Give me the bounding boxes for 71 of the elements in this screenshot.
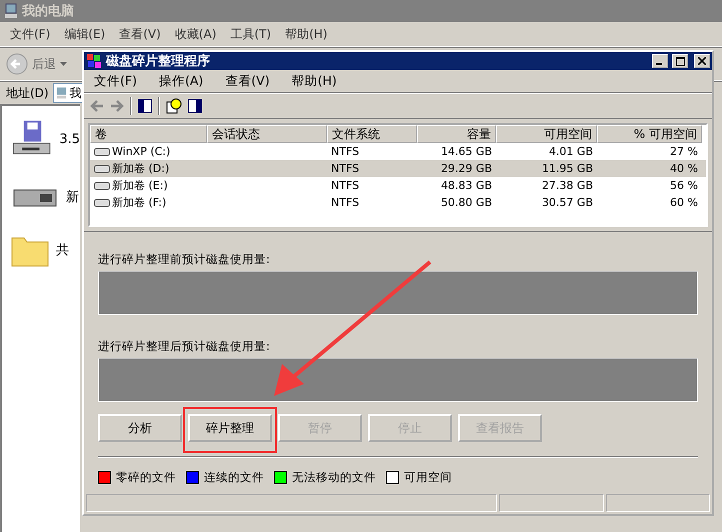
table-cell-text: 27 % (669, 144, 699, 160)
menu-item[interactable]: 帮助(H) (285, 26, 328, 42)
drive-icon (94, 148, 110, 156)
table-cell-text: 30.57 GB (540, 195, 594, 211)
action-button[interactable]: 碎片整理 (188, 414, 272, 442)
app-icon (86, 53, 102, 69)
table-cell-text: 27.38 GB (540, 178, 594, 194)
volume-name: 新加卷 (F:) (112, 195, 166, 211)
minimize-button[interactable] (652, 54, 668, 68)
menu-item[interactable]: 查看(V) (225, 72, 270, 90)
table-cell-text: 48.83 GB (440, 178, 493, 194)
table-cell-text: 14.65 GB (440, 144, 493, 160)
legend-label: 连续的文件 (204, 470, 264, 485)
menu-item[interactable]: 查看(V) (119, 26, 161, 42)
menu-item[interactable]: 文件(F) (10, 26, 50, 42)
table-cell-text: 40 % (669, 161, 699, 177)
close-button[interactable] (694, 54, 710, 68)
volume-row[interactable]: 新加卷 (D:) NTFS 29.29 GB 11.95 GB 40 % (90, 160, 706, 177)
computer-icon (4, 3, 18, 19)
tree-pane-icon[interactable] (138, 99, 152, 113)
volume-name: 新加卷 (E:) (112, 178, 168, 194)
volume-row[interactable]: 新加卷 (F:) NTFS 50.80 GB 30.57 GB 60 % (90, 194, 706, 211)
menu-item[interactable]: 文件(F) (94, 72, 137, 90)
column-header[interactable]: 容量 (417, 125, 496, 143)
before-usage-label: 进行碎片整理前预计磁盘使用量: (98, 252, 271, 267)
item-label[interactable]: 新 (66, 188, 79, 206)
action-button[interactable]: 分析 (98, 414, 182, 442)
drive-icon (94, 198, 110, 206)
volume-row[interactable]: 新加卷 (E:) NTFS 48.83 GB 27.38 GB 56 % (90, 177, 706, 194)
drive-icon (94, 182, 110, 190)
computer-icon (56, 86, 67, 100)
address-label: 地址(D) (6, 84, 49, 102)
volume-row[interactable]: WinXP (C:) NTFS 14.65 GB 4.01 GB 27 % (90, 143, 706, 160)
window-title: 我的电脑 (22, 2, 74, 20)
table-cell-text: NTFS (330, 161, 360, 177)
menu-item[interactable]: 帮助(H) (292, 72, 337, 90)
table-cell-text: 60 % (669, 195, 699, 211)
column-header[interactable]: 文件系统 (327, 125, 417, 143)
menu-item[interactable]: 工具(T) (230, 26, 272, 42)
drive-icon (94, 164, 110, 172)
address-field[interactable]: 我 (52, 83, 83, 103)
maximize-icon (676, 56, 684, 66)
table-cell-text: 56 % (669, 178, 699, 194)
table-cell-text: 50.80 GB (440, 195, 493, 211)
menu-item[interactable]: 收藏(A) (174, 26, 216, 42)
table-cell-text: NTFS (330, 144, 360, 160)
legend-label: 无法移动的文件 (292, 470, 376, 485)
column-header[interactable]: 卷 (90, 125, 207, 143)
legend-label: 可用空间 (404, 470, 452, 485)
menu-item[interactable]: 编辑(E) (64, 26, 106, 42)
volume-name: WinXP (C:) (112, 144, 170, 160)
volume-name: 新加卷 (D:) (112, 161, 170, 177)
column-header[interactable]: 会话状态 (207, 125, 327, 143)
after-usage-label: 进行碎片整理后预计磁盘使用量: (98, 339, 271, 354)
item-label[interactable]: 3.5 (59, 132, 80, 146)
table-cell-text: NTFS (330, 178, 360, 194)
table-cell-text: 11.95 GB (540, 161, 594, 177)
back-button[interactable]: 后退 (6, 53, 67, 75)
maximize-button[interactable] (672, 54, 688, 68)
close-icon (698, 57, 706, 65)
table-cell-text: 4.01 GB (548, 144, 594, 160)
caret-icon (60, 62, 67, 66)
table-cell-text: 29.29 GB (440, 161, 493, 177)
panel-icon[interactable] (188, 99, 202, 113)
column-header[interactable]: 可用空间 (496, 125, 597, 143)
table-cell-text: NTFS (330, 195, 360, 211)
legend-label: 零碎的文件 (116, 470, 176, 485)
menu-item[interactable]: 操作(A) (158, 72, 204, 90)
window-title: 磁盘碎片整理程序 (106, 52, 211, 70)
item-label[interactable]: 共 (56, 241, 69, 259)
column-header[interactable]: % 可用空间 (597, 125, 702, 143)
